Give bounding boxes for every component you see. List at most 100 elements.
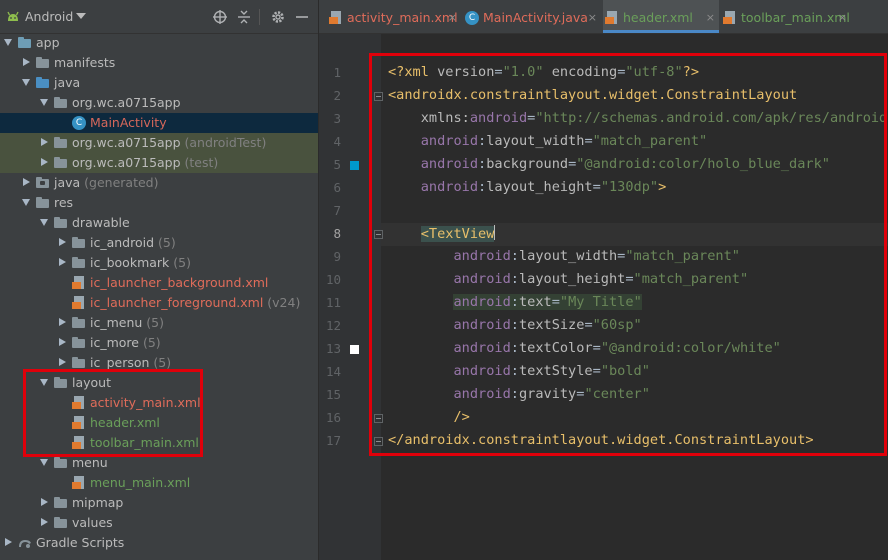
expand-arrow-icon[interactable] [22, 79, 30, 86]
xml-file-icon [72, 276, 85, 290]
editor-tab[interactable]: header.xml × [603, 0, 719, 38]
close-icon[interactable]: × [838, 0, 847, 36]
collapse-arrow-icon[interactable] [23, 58, 30, 66]
expand-arrow-icon[interactable] [40, 459, 48, 466]
collapse-arrow-icon[interactable] [41, 138, 48, 146]
collapse-arrow-icon[interactable] [59, 318, 66, 326]
tree-item-label: menu_main.xml [90, 473, 190, 493]
folder-icon [36, 57, 49, 68]
close-icon[interactable]: × [588, 0, 597, 36]
folder-icon [54, 517, 67, 528]
tree-item-name: MainActivity [90, 115, 167, 130]
tree-item-label: java [54, 73, 80, 93]
xml-file-icon [329, 11, 342, 25]
tree-item[interactable]: org.wc.a0715app (androidTest) [0, 133, 318, 153]
folder-icon [36, 197, 49, 208]
tree-item[interactable]: mipmap [0, 493, 318, 513]
editor-tab[interactable]: activity_main.xml × [327, 0, 461, 33]
tree-item-name: drawable [72, 215, 130, 230]
folder-icon [54, 157, 67, 168]
tree-item-qualifier: (androidTest) [180, 135, 267, 150]
collapse-all-icon[interactable] [236, 9, 252, 25]
locate-target-icon[interactable] [212, 9, 228, 25]
tree-item[interactable]: org.wc.a0715app (test) [0, 153, 318, 173]
tree-item[interactable]: menu_main.xml [0, 473, 318, 493]
hide-panel-icon[interactable] [294, 9, 310, 25]
tree-item-name: java [54, 175, 81, 190]
xml-file-icon [723, 11, 736, 25]
line-number: 16 [325, 410, 341, 425]
line-number: 10 [325, 272, 341, 287]
tree-item[interactable]: org.wc.a0715app [0, 93, 318, 113]
android-icon [7, 11, 19, 21]
tree-item-qualifier: (generated) [80, 175, 159, 190]
line-number: 17 [325, 433, 341, 448]
active-tab-indicator [603, 30, 719, 33]
expand-arrow-icon[interactable] [22, 199, 30, 206]
folder-icon [54, 137, 67, 148]
tree-item[interactable]: ic_launcher_foreground.xml (v24) [0, 293, 318, 313]
line-number: 12 [325, 318, 341, 333]
tree-item[interactable]: values [0, 513, 318, 533]
chevron-down-icon[interactable] [76, 13, 86, 19]
collapse-arrow-icon[interactable] [41, 158, 48, 166]
tree-item[interactable]: ic_bookmark (5) [0, 253, 318, 273]
tree-item-name: app [36, 35, 60, 50]
tree-item-name: Gradle Scripts [36, 535, 125, 550]
line-number: 2 [333, 88, 341, 103]
tree-item-name: ic_launcher_background.xml [90, 275, 269, 290]
collapse-arrow-icon[interactable] [59, 338, 66, 346]
tree-item[interactable]: ic_menu (5) [0, 313, 318, 333]
collapse-arrow-icon[interactable] [5, 538, 12, 546]
xml-file-icon [72, 476, 85, 490]
tree-item-qualifier: (5) [154, 235, 176, 250]
tree-item[interactable]: java (generated) [0, 173, 318, 193]
tree-item-label: app [36, 33, 60, 53]
tree-item[interactable]: C MainActivity [0, 113, 318, 133]
editor-tab[interactable]: toolbar_main.xml × [721, 0, 851, 33]
layout-folder-highlight-box [23, 369, 203, 457]
tree-item-name: mipmap [72, 495, 124, 510]
collapse-arrow-icon[interactable] [41, 518, 48, 526]
expand-arrow-icon[interactable] [40, 219, 48, 226]
tree-item-qualifier: (v24) [263, 295, 301, 310]
tree-item-label: ic_bookmark (5) [90, 253, 191, 273]
tree-item-name: org.wc.a0715app [72, 155, 181, 170]
tree-item-name: res [54, 195, 74, 210]
code-highlight-box [369, 53, 887, 456]
editor-tab[interactable]: C MainActivity.java × [463, 0, 601, 33]
tree-item[interactable]: ic_android (5) [0, 233, 318, 253]
expand-arrow-icon[interactable] [40, 99, 48, 106]
tree-item[interactable]: Gradle Scripts [0, 533, 318, 553]
close-icon[interactable]: × [448, 0, 457, 36]
tree-item-name: ic_person [90, 355, 150, 370]
tree-item-qualifier: (5) [142, 315, 164, 330]
collapse-arrow-icon[interactable] [41, 498, 48, 506]
expand-arrow-icon[interactable] [4, 39, 12, 46]
tree-item[interactable]: manifests [0, 53, 318, 73]
xml-file-icon [605, 11, 618, 25]
folder-icon [72, 237, 85, 248]
tree-item-label: ic_android (5) [90, 233, 176, 253]
gear-icon[interactable] [270, 9, 286, 25]
collapse-arrow-icon[interactable] [59, 258, 66, 266]
tree-item[interactable]: res [0, 193, 318, 213]
tree-item-label: ic_launcher_background.xml [90, 273, 268, 293]
collapse-arrow-icon[interactable] [23, 178, 30, 186]
tree-item[interactable]: ic_launcher_background.xml [0, 273, 318, 293]
tree-item[interactable]: ic_more (5) [0, 333, 318, 353]
project-view-selector[interactable]: Android [25, 9, 73, 24]
editor-tab-label: toolbar_main.xml [741, 10, 850, 25]
folder-icon [18, 37, 31, 48]
color-swatch-icon[interactable] [350, 345, 359, 354]
line-number: 7 [333, 203, 341, 218]
color-swatch-icon[interactable] [350, 161, 359, 170]
tree-item-label: org.wc.a0715app (test) [72, 153, 218, 173]
folder-icon [54, 497, 67, 508]
tree-item[interactable]: java [0, 73, 318, 93]
tree-item[interactable]: drawable [0, 213, 318, 233]
tree-item[interactable]: app [0, 33, 318, 53]
collapse-arrow-icon[interactable] [59, 238, 66, 246]
tree-item-qualifier: (5) [169, 255, 191, 270]
collapse-arrow-icon[interactable] [59, 358, 66, 366]
